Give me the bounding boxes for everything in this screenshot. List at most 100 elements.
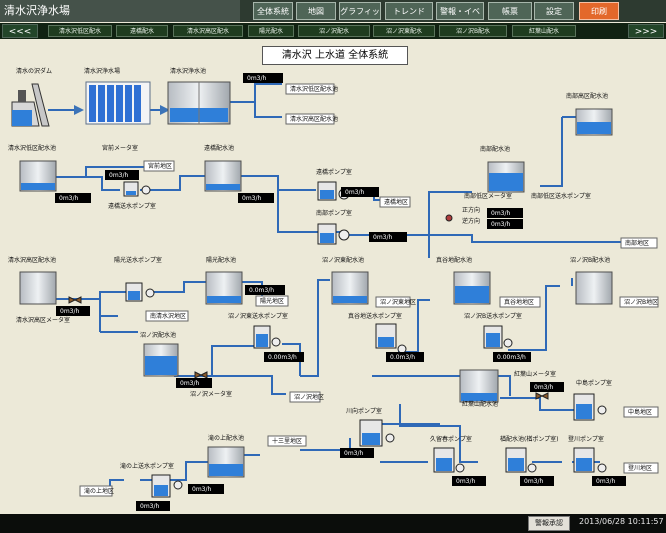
- flow-noborikawa: 0m3/h: [596, 478, 616, 485]
- pump-room-shingayama: [375, 323, 407, 354]
- tank-takinoue: [207, 446, 245, 478]
- district-tonohashi: 遠橋地区: [384, 198, 408, 206]
- label-kuboharu-pump: 久留春ポンプ室: [430, 435, 472, 443]
- process-diagram: 清水の沢ダム 清水沢浄水場 清水沢浄水池 清水沢低区配水池 宮前メータ室 遠橋配…: [8, 67, 659, 511]
- label-reverse-flow: 逆方向: [462, 217, 480, 225]
- label-numanosawa-meter: 沼ノ沢メータ室: [190, 390, 232, 398]
- label-koyosan-meter: 紅葉山メータ室: [514, 370, 556, 378]
- label-numanosawa-east-pump: 沼ノ沢東送水ポンプ室: [228, 312, 288, 320]
- district-numanosawa-b: 沼ノ沢B地区: [624, 298, 658, 306]
- flow-plant: 0m3/h: [247, 75, 267, 82]
- flow-yoko: 0.0m3/h: [249, 287, 274, 294]
- label-dam: 清水の沢ダム: [16, 67, 52, 75]
- label-numanosawa-b-pump: 沼ノ沢B送水ポンプ室: [464, 312, 522, 320]
- label-nanbu-pump: 南部ポンプ室: [316, 209, 352, 217]
- flow-forward: 0m3/h: [491, 210, 511, 217]
- label-takinoue-tank: 滝の上配水池: [208, 434, 244, 442]
- label-high-meter: 清水沢高区メータ室: [16, 316, 70, 324]
- label-shingayama-pump: 真谷地送水ポンプ室: [348, 312, 402, 320]
- district-takinoue: 滝の上地区: [84, 487, 114, 495]
- dam-graphic: [11, 83, 50, 127]
- label-tonohashi-send-pump: 遠橋送水ポンプ室: [108, 202, 156, 210]
- flow-tonohashi-pump: 0m3/h: [345, 189, 365, 196]
- purification-plant: [167, 81, 231, 125]
- tank-numanosawa: [143, 343, 179, 377]
- label-nanbu-tank: 南部配水池: [480, 145, 510, 153]
- label-plant: 清水沢浄水池: [170, 67, 206, 75]
- alarm-ack-button[interactable]: 警報承認: [528, 516, 570, 531]
- district-numanosawa-east: 沼ノ沢東地区: [380, 298, 416, 306]
- tank-tonohashi: [204, 160, 242, 192]
- label-kurazawa-pump: 楢配水池(楢ポンプ室): [500, 435, 559, 443]
- label-nanbu-send-pump: 南部低区送水ポンプ室: [531, 192, 591, 200]
- flow-koyosan: 0m3/h: [534, 384, 554, 391]
- label-numanosawa-b-tank: 沼ノ沢B配水池: [570, 256, 610, 264]
- label-tonohashi-tank: 遠橋配水池: [204, 144, 234, 152]
- tank-nanbu: [487, 161, 525, 193]
- district-nanbu: 南部地区: [625, 239, 649, 247]
- flow-miyamae: 0m3/h: [109, 172, 129, 179]
- label-intake: 清水沢浄水場: [84, 67, 120, 75]
- flow-kurazawa: 0m3/h: [524, 478, 544, 485]
- flow-kawamukai: 0m3/h: [344, 450, 364, 457]
- flow-takinoue-tank: 0m3/h: [192, 486, 212, 493]
- flow-numanosawa-meter: 0m3/h: [180, 380, 200, 387]
- filter-unit: [85, 81, 151, 125]
- flow-reverse: 0m3/h: [491, 221, 511, 228]
- tank-nanbu-high: [575, 108, 613, 136]
- label-koyosan-tank: 紅葉山配水池: [462, 400, 498, 408]
- label-miyamae-meter: 宮前メータ室: [102, 144, 138, 152]
- flow-shingayama: 0.0m3/h: [390, 354, 415, 361]
- district-miyamae: 宮前地区: [148, 162, 172, 170]
- label-shimizusawa-high-tank: 清水沢高区配水池: [8, 256, 56, 264]
- pump-room-tonohashi-send: [123, 181, 151, 197]
- tank-numanosawa-east: [331, 271, 369, 305]
- label-shingayama-tank: 真谷地配水池: [436, 256, 472, 264]
- pump-room-noborikawa: [573, 447, 607, 473]
- flow-kuboharu: 0m3/h: [456, 478, 476, 485]
- tank-shimizusawa-high: [19, 271, 57, 305]
- pump-room-nanbu: [317, 223, 350, 245]
- scada-screen: 清水沢浄水場 全体系統 地図 グラフィック トレンド 警報・イベント 帳票 設定…: [0, 0, 666, 533]
- label-forward-flow: 正方向: [462, 206, 480, 214]
- pump-room-numanosawa-east: [253, 325, 281, 349]
- flow-nanbu-pump: 0m3/h: [373, 234, 393, 241]
- district-numanosawa: 沼ノ沢地区: [294, 393, 324, 401]
- district-nakajima: 中島地区: [628, 408, 652, 416]
- pump-room-kurazawa: [505, 447, 537, 473]
- label-nanbu-meter: 南部低区メータ室: [464, 192, 512, 200]
- tank-shingayama: [453, 271, 491, 305]
- pump-room-numanosawa-b: [483, 325, 513, 349]
- label-nanbu-high-tank: 南部高区配水池: [566, 92, 608, 100]
- label-yoko-tank: 陽光配水池: [206, 256, 236, 264]
- label-shimizusawa-low-tank: 清水沢低区配水池: [8, 144, 56, 152]
- district-shingayama: 真谷地地区: [504, 298, 534, 306]
- tank-koyosan: [459, 369, 499, 403]
- label-yoko-send-pump: 陽光送水ポンプ室: [114, 256, 162, 264]
- tank-shimizusawa-low: [19, 160, 57, 192]
- status-datetime: 2013/06/28 10:11:57: [579, 517, 664, 526]
- tank-yoko: [205, 271, 243, 305]
- label-numanosawa-tank: 沼ノ沢配水池: [140, 331, 176, 339]
- pump-room-takinoue-send: [151, 474, 183, 498]
- label-nakajima-pump: 中島ポンプ室: [576, 379, 612, 387]
- tank-numanosawa-b: [575, 271, 613, 305]
- pump-room-nakajima: [573, 393, 607, 421]
- flow-numanosawa-b: 0.00m3/h: [497, 354, 526, 361]
- district-noborikawa: 登川地区: [628, 464, 652, 472]
- district-minami-shimizusawa: 南清水沢地区: [150, 312, 186, 320]
- label-numanosawa-east-tank: 沼ノ沢東配水池: [322, 256, 364, 264]
- label-takinoue-send-pump: 滝の上送水ポンプ室: [120, 462, 174, 470]
- flow-numanosawa-east: 0.00m3/h: [268, 354, 297, 361]
- district-shimizusawa-low-b: 清水沢高区配水池: [290, 115, 338, 123]
- pump-room-yoko: [125, 282, 155, 302]
- district-shimizusawa-low-a: 清水沢低区配水池: [290, 85, 338, 93]
- label-kawamukai-pump: 川向ポンプ室: [346, 407, 382, 415]
- district-yoko: 陽光地区: [260, 297, 284, 305]
- flow-takinoue-send: 0m3/h: [140, 503, 160, 510]
- flow-tonohashi-tank: 0m3/h: [242, 195, 262, 202]
- flow-low-tank: 0m3/h: [59, 195, 79, 202]
- flow-high-meter: 0m3/h: [60, 308, 80, 315]
- label-tonohashi-pump: 遠橋ポンプ室: [316, 168, 352, 176]
- district-jusanri: 十三里地区: [272, 437, 302, 445]
